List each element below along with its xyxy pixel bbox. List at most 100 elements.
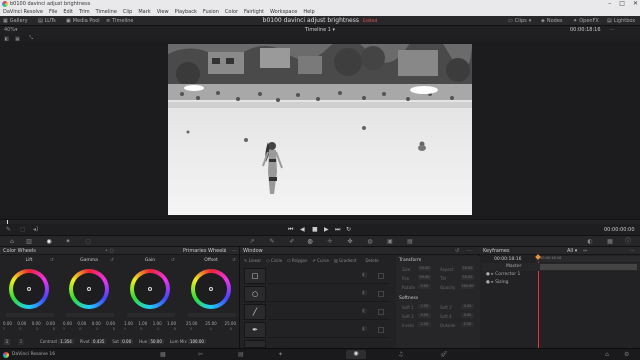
window-icon[interactable]: ◎ — [306, 238, 314, 246]
menu-edit[interactable]: Edit — [63, 8, 73, 16]
offset-wheel[interactable] — [191, 269, 231, 309]
offset-g-value[interactable]: 25.00 — [205, 321, 216, 326]
opacity-field[interactable]: 100.00 — [461, 284, 474, 289]
expand-arrow-icon[interactable]: ▸ — [491, 272, 493, 277]
lum-mix-value[interactable]: 100.00 — [187, 339, 206, 344]
more-options-icon[interactable]: ⋯ — [610, 26, 615, 35]
lock-icon[interactable]: ● — [486, 280, 490, 285]
split-screen-icon[interactable]: ▦ — [15, 36, 20, 41]
gain-wheel[interactable] — [130, 269, 170, 309]
offset-wheel-puck[interactable] — [209, 287, 213, 291]
gradient-tool[interactable]: ▥ Gradient — [334, 257, 356, 265]
menu-clip[interactable]: Clip — [123, 8, 132, 16]
sat-value[interactable]: 0.00 — [120, 339, 134, 344]
play-icon[interactable]: ▶ — [324, 226, 329, 233]
go-to-end-icon[interactable]: ⏭ — [335, 226, 340, 234]
hue-control[interactable]: Hue 50.00 — [139, 337, 164, 347]
nodes-button[interactable]: ◈ Nodes — [541, 16, 563, 26]
tilt-field[interactable]: 50.00 — [461, 275, 474, 280]
play-reverse-icon[interactable]: ◀ — [300, 226, 305, 233]
gamma-reset-icon[interactable]: ↺ — [110, 258, 114, 263]
page-2-button[interactable]: 2 — [18, 339, 24, 345]
circle-window-button[interactable]: ○ — [244, 286, 266, 302]
color-wheels-icon[interactable]: ◉ — [45, 238, 53, 246]
gamma-y-value[interactable]: 0.00 — [63, 321, 72, 326]
gamma-g-value[interactable]: 0.00 — [92, 321, 101, 326]
invert-icon[interactable]: ◧ — [362, 272, 368, 280]
menu-view[interactable]: View — [157, 8, 169, 16]
curves-icon[interactable]: ↗ — [248, 238, 256, 246]
soft3-field[interactable]: 0.00 — [418, 313, 431, 318]
soft2-field[interactable]: 0.00 — [461, 304, 474, 309]
scopes-icon[interactable]: ◐ — [586, 238, 594, 246]
lift-g-value[interactable]: 0.00 — [32, 321, 41, 326]
gallery-button[interactable]: ▦ Gallery — [3, 16, 28, 26]
gain-wheel-puck[interactable] — [148, 287, 152, 291]
metadata-icon[interactable]: ⓘ — [624, 238, 632, 246]
viewer-image[interactable] — [168, 44, 472, 215]
menu-help[interactable]: Help — [303, 8, 314, 16]
menu-playback[interactable]: Playback — [175, 8, 197, 16]
grade-mode-icon[interactable]: ▢ — [20, 226, 26, 233]
qualifier-icon[interactable]: ✐ — [288, 238, 296, 246]
deliver-page-icon[interactable]: 🚀︎ — [440, 351, 448, 358]
lift-r-value[interactable]: 0.00 — [17, 321, 26, 326]
expand-arrow-icon[interactable]: ▸ — [491, 280, 493, 285]
timeline-button[interactable]: ≡ Timeline — [106, 16, 133, 26]
lift-y-value[interactable]: 0.00 — [3, 321, 12, 326]
blur-icon[interactable]: ◍ — [366, 238, 374, 246]
wheel-mode-select[interactable]: Primaries Wheels — [183, 247, 226, 255]
curve-window-button[interactable]: ✒ — [244, 322, 266, 338]
keyframe-options-icon[interactable]: ⋯ — [630, 247, 635, 255]
gain-g-value[interactable]: 1.00 — [153, 321, 162, 326]
highlight-tool-icon[interactable]: ✎ — [6, 226, 11, 233]
menu-workspace[interactable]: Workspace — [270, 8, 297, 16]
lift-b-value[interactable]: 0.00 — [46, 321, 55, 326]
enable-checkbox[interactable] — [378, 327, 384, 333]
outside-field[interactable]: 2.50 — [461, 322, 474, 327]
gamma-b-value[interactable]: 0.00 — [106, 321, 115, 326]
lightbox-button[interactable]: ▤ Lightbox — [607, 16, 635, 26]
gamma-master-slider[interactable] — [66, 313, 114, 317]
invert-icon[interactable]: ◧ — [362, 308, 368, 316]
window-row-circle[interactable]: ◧ — [268, 286, 390, 302]
maximize-button[interactable]: □ — [619, 0, 625, 8]
reset-all-icon[interactable]: ↺ — [222, 247, 226, 255]
gain-reset-icon[interactable]: ↺ — [171, 258, 175, 263]
keyframe-row-sizing[interactable]: ● ▸ Sizing — [482, 279, 640, 287]
linear-tool[interactable]: ✎ Linear — [244, 257, 261, 265]
lock-icon[interactable]: ● — [486, 272, 490, 277]
info-icon[interactable]: ▦ — [606, 238, 614, 246]
close-button[interactable]: ✕ — [633, 0, 638, 8]
enable-checkbox[interactable] — [378, 273, 384, 279]
fairlight-page-icon[interactable]: ♫ — [398, 351, 403, 358]
window-reset-icon[interactable]: ↺ — [455, 247, 459, 255]
gradient-window-button[interactable] — [244, 340, 266, 348]
sat-control[interactable]: Sat 0.00 — [112, 337, 134, 347]
panel-options-icon[interactable]: ⋯ — [232, 247, 237, 255]
loop-icon[interactable]: ↻ — [346, 226, 351, 233]
menu-mark[interactable]: Mark — [138, 8, 150, 16]
menu-davinci-resolve[interactable]: DaVinci Resolve — [3, 8, 43, 16]
gain-b-value[interactable]: 1.00 — [167, 321, 176, 326]
edit-page-icon[interactable]: ▤ — [238, 351, 244, 358]
keyframe-row-corrector[interactable]: ● ▸ Corrector 1 — [482, 271, 640, 279]
gamma-wheel-puck[interactable] — [87, 287, 91, 291]
master-track-bar[interactable] — [540, 264, 637, 270]
key-icon[interactable]: ▣ — [386, 238, 394, 246]
lift-wheel[interactable] — [9, 269, 49, 309]
timeline-name[interactable]: Timeline 1 ▾ — [0, 26, 640, 35]
invert-icon[interactable]: ◧ — [362, 290, 368, 298]
rgb-mixer-icon[interactable]: ✷ — [64, 238, 72, 246]
home-icon[interactable]: ⌂ — [605, 351, 609, 358]
offset-r-value[interactable]: 25.00 — [186, 321, 197, 326]
gain-r-value[interactable]: 1.00 — [138, 321, 147, 326]
lift-master-slider[interactable] — [6, 313, 54, 317]
color-match-icon[interactable]: ▥ — [25, 238, 33, 246]
curve-tool[interactable]: ✐ Curve — [313, 257, 329, 265]
minimize-button[interactable]: – — [608, 0, 611, 8]
magic-mask-icon[interactable]: ✤ — [346, 238, 354, 246]
page-1-button[interactable]: 1 — [4, 339, 10, 345]
offset-master-slider[interactable] — [188, 313, 236, 317]
menu-fusion[interactable]: Fusion — [203, 8, 219, 16]
